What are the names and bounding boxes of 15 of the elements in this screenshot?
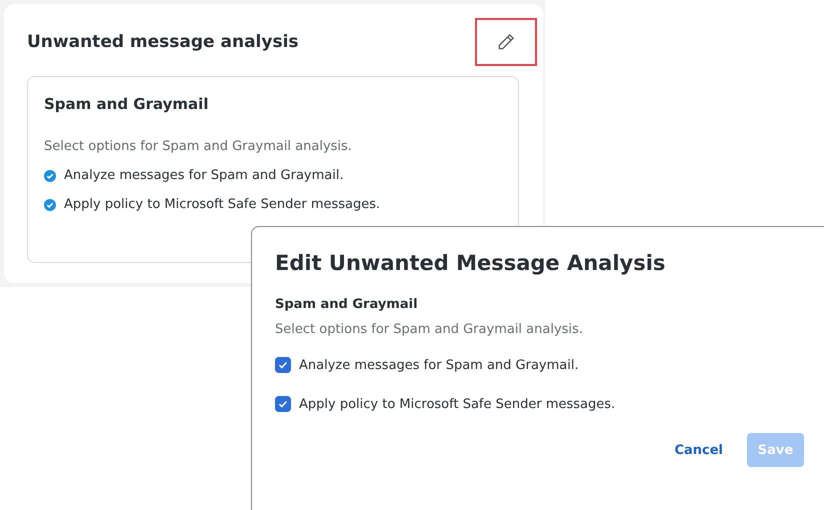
section-description: Select options for Spam and Graymail analysis. [44, 139, 353, 154]
dialog-title: Edit Unwanted Message Analysis [275, 251, 666, 275]
card-title: Unwanted message analysis [27, 32, 299, 52]
option-label: Analyze messages for Spam and Graymail. [64, 168, 344, 183]
dialog-description: Select options for Spam and Graymail analysis. [275, 322, 584, 337]
section-title: Spam and Graymail [44, 95, 210, 113]
cancel-button[interactable]: Cancel [668, 433, 729, 467]
option-label: Apply policy to Microsoft Safe Sender messages. [64, 197, 380, 212]
checkbox[interactable] [275, 357, 291, 373]
dialog-section-title: Spam and Graymail [275, 297, 419, 312]
checkbox[interactable] [275, 396, 291, 412]
checkbox-label: Apply policy to Microsoft Safe Sender messages. [299, 396, 616, 412]
pencil-icon [496, 32, 516, 52]
edit-button[interactable] [475, 18, 537, 66]
checkbox-label: Analyze messages for Spam and Graymail. [299, 358, 579, 372]
